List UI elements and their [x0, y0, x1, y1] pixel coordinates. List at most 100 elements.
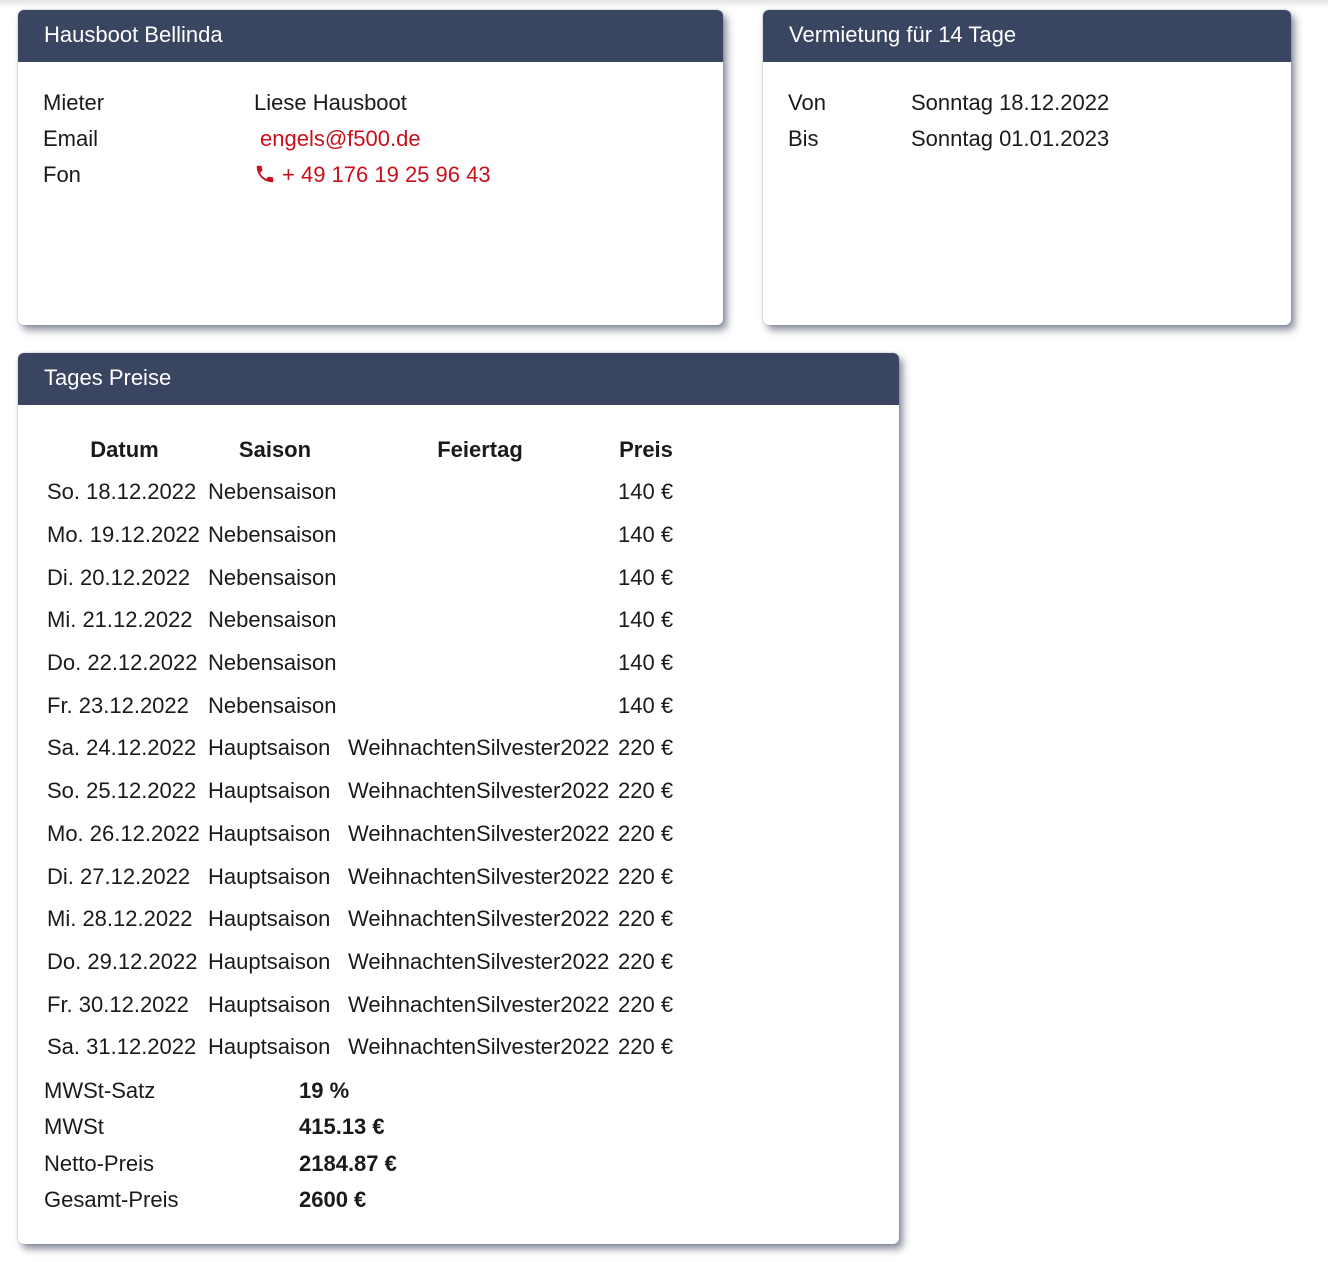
tenant-row: Mieter Liese Hausboot [43, 85, 703, 121]
from-label: Von [788, 90, 826, 115]
cell-price: 220 € [618, 778, 674, 804]
cell-holiday: WeihnachtenSilvester2022 [348, 735, 610, 761]
cell-season: Hauptsaison [208, 906, 331, 932]
table-row: So. 18.12.2022 Nebensaison 140 € [44, 471, 677, 514]
cell-price: 220 € [618, 948, 674, 974]
cell-holiday [345, 556, 615, 599]
prices-table-header: Datum Saison Feiertag Preis [44, 429, 677, 471]
cell-season: Nebensaison [208, 564, 337, 590]
rental-card: Vermietung für 14 Tage Von Sonntag 18.12… [763, 10, 1291, 325]
cell-date: Do. 29.12.2022 [47, 948, 198, 974]
prices-table-body: So. 18.12.2022 Nebensaison 140 € Mo. 19.12.… [44, 471, 677, 1069]
cell-date: Di. 20.12.2022 [47, 564, 191, 590]
cell-season: Hauptsaison [208, 735, 331, 761]
column-header-date: Datum [90, 437, 159, 462]
top-divider [0, 0, 1328, 8]
cell-date: Mi. 21.12.2022 [47, 607, 193, 633]
cell-price: 220 € [618, 906, 674, 932]
rental-card-title: Vermietung für 14 Tage [763, 10, 1291, 62]
cell-holiday [345, 599, 615, 642]
table-row: Do. 29.12.2022 Hauptsaison WeihnachtenSilv… [44, 941, 677, 984]
cell-date: Sa. 31.12.2022 [47, 1034, 197, 1060]
table-row: Fr. 23.12.2022 Nebensaison 140 € [44, 684, 677, 727]
cell-date: So. 18.12.2022 [47, 479, 197, 505]
cell-holiday: WeihnachtenSilvester2022 [348, 948, 610, 974]
cell-season: Nebensaison [208, 607, 337, 633]
email-row: Email engels@f500.de [43, 121, 703, 157]
cell-date: Mo. 26.12.2022 [47, 820, 200, 846]
cell-season: Nebensaison [208, 692, 337, 718]
table-row: Fr. 30.12.2022 Hauptsaison WeihnachtenSilv… [44, 983, 677, 1026]
cell-price: 220 € [618, 820, 674, 846]
prices-table: Datum Saison Feiertag Preis So. 18.12.20… [44, 429, 677, 1069]
cell-date: Fr. 30.12.2022 [47, 991, 189, 1017]
email-link[interactable]: engels@f500.de [260, 121, 421, 157]
cell-date: Mo. 19.12.2022 [47, 522, 200, 548]
table-row: Mo. 19.12.2022 Nebensaison 140 € [44, 514, 677, 557]
cell-season: Nebensaison [208, 522, 337, 548]
phone-icon [254, 160, 276, 183]
summary-label: Netto-Preis [44, 1150, 155, 1176]
cell-holiday: WeihnachtenSilvester2022 [348, 1034, 610, 1060]
table-row: Mi. 28.12.2022 Hauptsaison WeihnachtenSilv… [44, 898, 677, 941]
cell-price: 140 € [618, 522, 674, 548]
summary-label: Gesamt-Preis [44, 1186, 179, 1212]
cell-holiday: WeihnachtenSilvester2022 [348, 863, 610, 889]
cell-holiday: WeihnachtenSilvester2022 [348, 906, 610, 932]
cell-season: Hauptsaison [208, 991, 331, 1017]
cell-price: 140 € [618, 564, 674, 590]
cell-date: Mi. 28.12.2022 [47, 906, 193, 932]
cell-holiday [345, 471, 615, 514]
column-header-season: Saison [238, 437, 312, 462]
cell-price: 140 € [618, 692, 674, 718]
cell-holiday: WeihnachtenSilvester2022 [348, 991, 610, 1017]
cell-holiday [345, 684, 615, 727]
summary-label: MWSt-Satz [44, 1078, 156, 1103]
cell-season: Hauptsaison [208, 820, 331, 846]
cell-season: Hauptsaison [208, 1034, 331, 1060]
column-header-price: Preis [619, 437, 673, 462]
to-value: Sonntag 01.01.2023 [911, 126, 1110, 151]
cell-holiday: WeihnachtenSilvester2022 [348, 778, 610, 804]
tenant-value: Liese Hausboot [254, 90, 407, 115]
from-value: Sonntag 18.12.2022 [911, 90, 1110, 115]
cell-date: Sa. 24.12.2022 [47, 735, 197, 761]
cell-date: Do. 22.12.2022 [47, 650, 198, 676]
summary-value: 2184.87 € [299, 1150, 397, 1176]
table-row: So. 25.12.2022 Hauptsaison WeihnachtenSilv… [44, 770, 677, 813]
cell-price: 140 € [618, 479, 674, 505]
phone-label: Fon [43, 162, 81, 187]
cell-price: 140 € [618, 607, 674, 633]
cell-price: 220 € [618, 735, 674, 761]
tenant-label: Mieter [43, 90, 105, 115]
cell-season: Hauptsaison [208, 948, 331, 974]
cell-season: Nebensaison [208, 650, 337, 676]
phone-row: Fon + 49 176 19 25 96 43 [43, 157, 703, 193]
cell-holiday [345, 514, 615, 557]
to-label: Bis [788, 126, 819, 151]
boat-card-title: Hausboot Bellinda [18, 10, 723, 62]
phone-link[interactable]: + 49 176 19 25 96 43 [254, 157, 491, 193]
summary-label: MWSt [44, 1114, 104, 1140]
table-row: Di. 20.12.2022 Nebensaison 140 € [44, 556, 677, 599]
table-row: Sa. 31.12.2022 Hauptsaison WeihnachtenSilv… [44, 1026, 677, 1069]
table-row: Mi. 21.12.2022 Nebensaison 140 € [44, 599, 677, 642]
to-row: Bis Sonntag 01.01.2023 [788, 121, 1268, 157]
cell-date: So. 25.12.2022 [47, 778, 197, 804]
prices-card: Tages Preise Datum Saison Feiertag Preis… [18, 353, 899, 1244]
phone-number: + 49 176 19 25 96 43 [282, 162, 491, 187]
cell-price: 220 € [618, 991, 674, 1017]
email-label: Email [43, 126, 99, 151]
boat-card: Hausboot Bellinda Mieter Liese Hausboot … [18, 10, 723, 325]
cell-date: Fr. 23.12.2022 [47, 692, 189, 718]
cell-holiday: WeihnachtenSilvester2022 [348, 820, 610, 846]
cell-price: 220 € [618, 863, 674, 889]
table-row: Di. 27.12.2022 Hauptsaison WeihnachtenSilv… [44, 855, 677, 898]
cell-price: 220 € [618, 1034, 674, 1060]
cell-holiday [345, 642, 615, 685]
table-row: Do. 22.12.2022 Nebensaison 140 € [44, 642, 677, 685]
cell-price: 140 € [618, 650, 674, 676]
prices-card-title: Tages Preise [18, 353, 899, 405]
summary-value: 19 % [299, 1078, 350, 1103]
cell-season: Hauptsaison [208, 863, 331, 889]
